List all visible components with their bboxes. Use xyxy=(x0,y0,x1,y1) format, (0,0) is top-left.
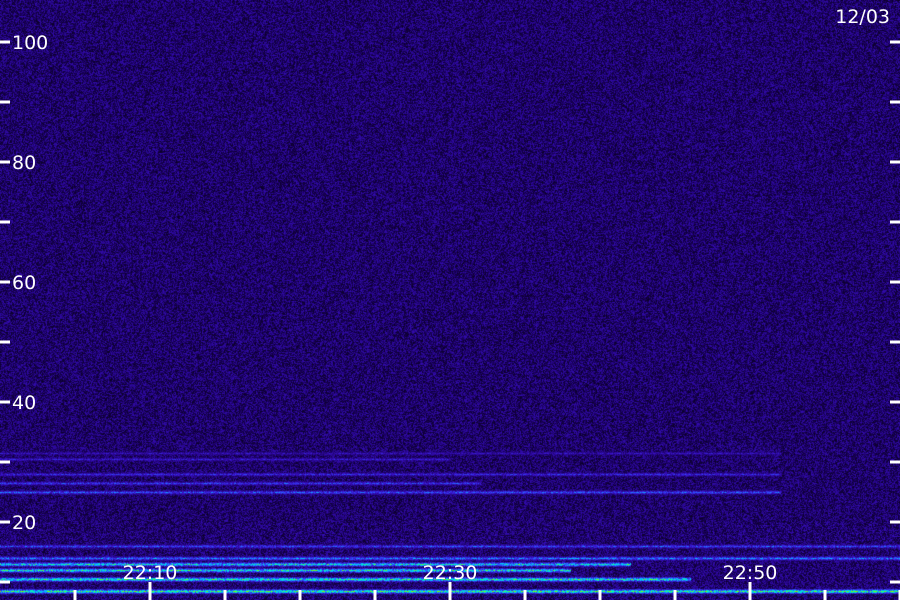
x-tick-label: 22:10 xyxy=(123,562,178,584)
y-tick-label: 100 xyxy=(12,32,48,54)
y-tick-label: 40 xyxy=(12,392,36,414)
y-axis-left: 100 80 60 40 20 xyxy=(0,32,48,584)
x-axis: 22:10 22:30 22:50 xyxy=(73,562,900,600)
axes-overlay: 100 80 60 40 20 22:10 22:30 22:50 12/03 xyxy=(0,6,900,600)
x-tick-label: 22:50 xyxy=(723,562,778,584)
y-tick-label: 20 xyxy=(12,512,36,534)
y-tick-label: 80 xyxy=(12,152,36,174)
y-axis-right xyxy=(890,40,900,584)
y-tick-label: 60 xyxy=(12,272,36,294)
date-label: 12/03 xyxy=(835,6,890,28)
x-tick-label: 22:30 xyxy=(423,562,478,584)
